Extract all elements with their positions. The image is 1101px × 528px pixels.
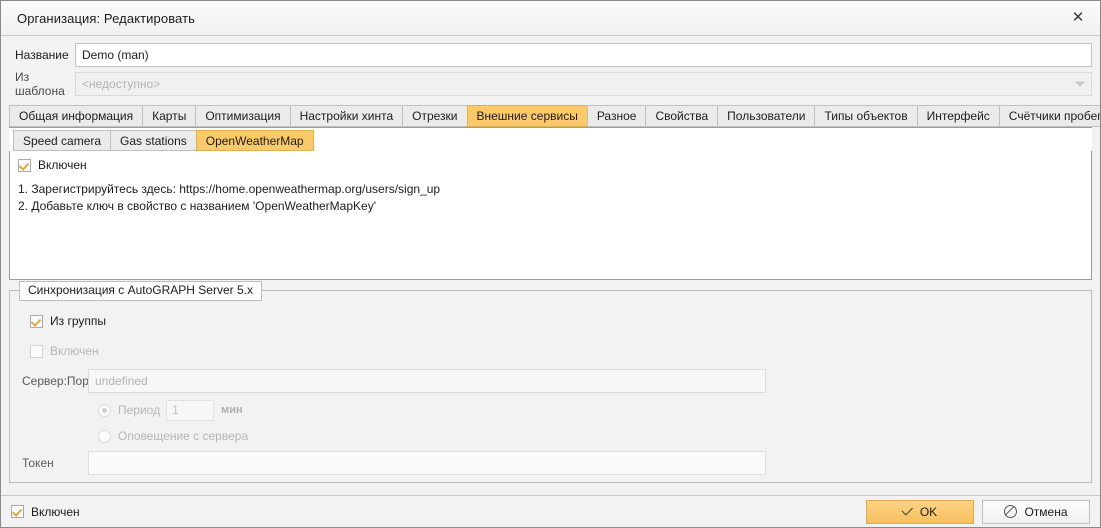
instruction-line-1: 1. Зарегистрируйтесь здесь: https://home… (18, 182, 441, 196)
from-group-checkbox[interactable]: Из группы (30, 314, 106, 328)
footer-bar: Включен OK Отмена (1, 495, 1100, 527)
subtab-label: Gas stations (120, 134, 187, 148)
instruction-line-2: 2. Добавьте ключ в свойство с названием … (18, 199, 376, 213)
subtab-1[interactable]: Gas stations (110, 130, 196, 151)
tab-label: Оптимизация (205, 109, 281, 123)
token-label: Токен (22, 456, 54, 470)
period-radio-label: Период (118, 403, 161, 417)
subtab-0[interactable]: Speed camera (13, 130, 111, 151)
sync-enabled-row: Включен (20, 339, 1081, 363)
tab-label: Интерфейс (926, 109, 990, 123)
notify-radio[interactable] (98, 429, 111, 443)
check-icon (901, 503, 913, 516)
notify-radio-row: Оповещение с сервера (20, 425, 1081, 447)
name-label: Название (15, 48, 69, 62)
service-enabled-label: Включен (38, 158, 87, 172)
tab-4[interactable]: Отрезки (402, 105, 467, 127)
window-title: Организация: Редактировать (17, 10, 196, 26)
tab-label: Свойства (655, 109, 709, 123)
checkbox-box (30, 344, 43, 358)
tab-2[interactable]: Оптимизация (195, 105, 290, 127)
ok-button[interactable]: OK (866, 499, 974, 524)
checkbox-box (30, 314, 43, 328)
tab-11[interactable]: Счётчики пробега и моточасов (998, 105, 1101, 127)
sync-enabled-checkbox[interactable]: Включен (30, 344, 99, 358)
tab-0[interactable]: Общая информация (9, 105, 143, 127)
cancel-button-label: Отмена (1024, 504, 1068, 519)
template-combobox[interactable] (75, 72, 1092, 96)
subtab-label: OpenWeatherMap (205, 134, 304, 148)
tab-7[interactable]: Свойства (645, 105, 718, 127)
tab-6[interactable]: Разное (586, 105, 646, 127)
token-row: Токен (20, 451, 1081, 475)
template-field-row: Из шаблона (9, 70, 1092, 98)
period-unit-label: мин (221, 404, 243, 416)
sync-groupbox-title: Синхронизация с AutoGRAPH Server 5.x (19, 281, 262, 301)
template-label: Из шаблона (15, 70, 65, 98)
sync-enabled-label: Включен (50, 344, 99, 358)
tab-10[interactable]: Интерфейс (916, 105, 999, 127)
subtab-2[interactable]: OpenWeatherMap (195, 130, 314, 151)
token-input[interactable] (88, 451, 766, 475)
tab-label: Отрезки (412, 109, 458, 123)
cancel-button[interactable]: Отмена (982, 499, 1090, 524)
ok-button-label: OK (919, 504, 938, 519)
from-group-row: Из группы (20, 309, 1081, 333)
tab-label: Типы объектов (824, 109, 908, 123)
tab-8[interactable]: Пользователи (717, 105, 815, 127)
main-tabstrip: Общая информация Карты Оптимизация Настройк… (1, 104, 1100, 127)
organization-edit-dialog: Организация: Редактировать ✕ Название Из… (0, 0, 1101, 528)
checkbox-box (18, 158, 31, 172)
service-enabled-checkbox[interactable]: Включен (18, 158, 1083, 172)
title-bar: Организация: Редактировать ✕ (1, 1, 1100, 36)
checkbox-box (11, 505, 24, 518)
tab-label: Разное (596, 109, 637, 123)
period-radio-row: Период мин (20, 399, 1081, 421)
from-group-label: Из группы (50, 314, 106, 328)
template-input (75, 72, 1092, 96)
tab-label: Счётчики пробега и моточасов (1008, 109, 1101, 123)
header-fields: Название Из шаблона (1, 36, 1100, 104)
close-icon[interactable]: ✕ (1056, 1, 1100, 34)
tab-label: Настройки хинта (299, 109, 394, 123)
tab-label: Внешние сервисы (476, 109, 578, 123)
sub-tabstrip: Speed camera Gas stations OpenWeatherMap (9, 128, 1092, 151)
name-field-row: Название (9, 42, 1092, 68)
tab-content-wrap: Speed camera Gas stations OpenWeatherMap В… (9, 127, 1092, 280)
subtab-label: Speed camera (23, 134, 102, 148)
tab-label: Карты (152, 109, 187, 123)
period-input[interactable] (166, 399, 215, 421)
notify-radio-label: Оповещение с сервера (118, 429, 249, 443)
tab-label: Общая информация (19, 109, 134, 123)
openweathermap-panel: Включен 1. Зарегистрируйтесь здесь: http… (9, 151, 1092, 280)
tab-5[interactable]: Внешние сервисы (466, 105, 587, 127)
server-port-label: Сервер:Порт (22, 374, 95, 388)
tab-9[interactable]: Типы объектов (814, 105, 917, 127)
ban-icon (1004, 505, 1018, 518)
footer-enabled-checkbox[interactable]: Включен (11, 505, 80, 519)
server-port-input[interactable] (88, 369, 766, 393)
server-port-row: Сервер:Порт (20, 369, 1081, 393)
tab-label: Пользователи (727, 109, 806, 123)
footer-enabled-label: Включен (31, 504, 80, 519)
tab-3[interactable]: Настройки хинта (289, 105, 403, 127)
tab-1[interactable]: Карты (142, 105, 196, 127)
name-input[interactable] (75, 43, 1092, 67)
sync-groupbox: Синхронизация с AutoGRAPH Server 5.x Из … (9, 281, 1092, 483)
instructions: 1. Зарегистрируйтесь здесь: https://home… (18, 181, 1083, 215)
period-radio[interactable] (98, 403, 111, 417)
